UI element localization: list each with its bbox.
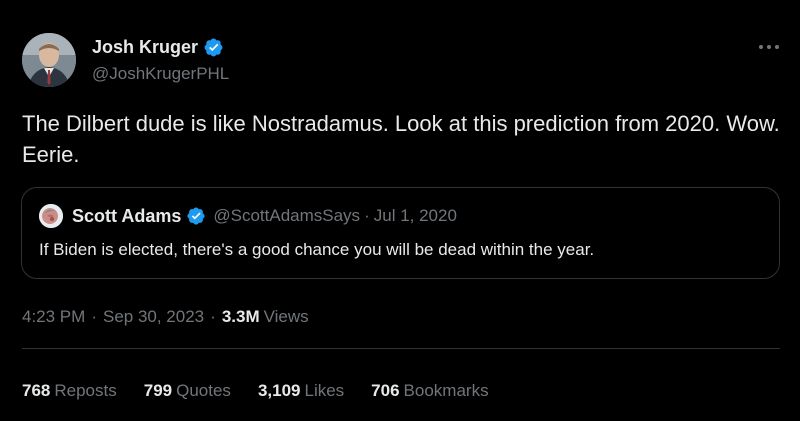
more-options-icon[interactable] [756,40,782,54]
tweet-meta: 4:23 PM · Sep 30, 2023 · 3.3M Views [22,307,309,327]
reposts-label: Reposts [54,381,117,400]
separator-dot: · [364,206,370,225]
verified-badge-icon [186,206,206,226]
quoted-tweet-text: If Biden is elected, there's a good chan… [39,240,595,259]
bookmarks-label: Bookmarks [403,381,489,400]
quotes-count: 799 [143,381,173,400]
likes-stat[interactable]: 3,109 Likes [258,381,344,401]
reposts-count: 768 [22,381,51,400]
quoted-author-name[interactable]: Scott Adams [72,206,181,227]
bookmarks-stat[interactable]: 706 Bookmarks [371,381,488,401]
separator-dot: · [210,307,216,326]
reposts-stat[interactable]: 768 Reposts [22,381,117,401]
profile-photo-icon [22,33,76,87]
tweet-time[interactable]: 4:23 PM [22,307,85,327]
quotes-label: Quotes [176,381,231,400]
author-avatar[interactable] [22,33,76,87]
quoted-author-avatar[interactable] [39,204,63,228]
engagement-stats: 768 Reposts 799 Quotes 3,109 Likes 706 Bookm… [22,381,516,401]
quoted-tweet-date[interactable]: Jul 1, 2020 [374,206,457,226]
likes-count: 3,109 [257,381,301,400]
quotes-stat[interactable]: 799 Quotes [144,381,231,401]
bookmarks-count: 706 [371,381,400,400]
tweet-text: The Dilbert dude is like Nostradamus. Lo… [22,111,780,167]
tweet: Josh Kruger @JoshKrugerPHL The Dilbert d… [0,0,800,421]
author-name-row: Josh Kruger [92,36,224,58]
divider [22,348,780,349]
quoted-tweet-header: Scott Adams @ScottAdamsSays · Jul 1, 202… [72,205,457,227]
quoted-author-handle[interactable]: @ScottAdamsSays [213,206,360,226]
quoted-profile-photo-icon [39,204,63,228]
separator-dot: · [91,307,97,326]
tweet-date[interactable]: Sep 30, 2023 [103,307,204,327]
author-name[interactable]: Josh Kruger [92,36,198,58]
quoted-tweet-card[interactable]: Scott Adams @ScottAdamsSays · Jul 1, 202… [21,187,780,279]
views-count: 3.3M [221,307,260,326]
likes-label: Likes [304,381,345,400]
author-handle[interactable]: @JoshKrugerPHL [92,64,229,84]
views-label: Views [263,307,309,326]
verified-badge-icon [203,37,224,58]
